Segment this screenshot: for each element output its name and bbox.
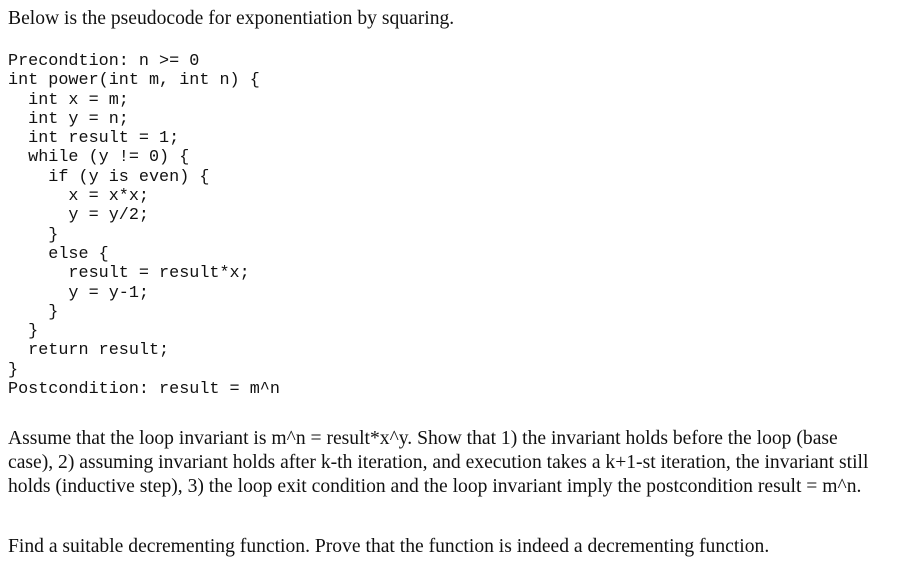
assume-line: holds (inductive step), 3) the loop exit… bbox=[8, 476, 862, 497]
pseudocode-block: Precondtion: n >= 0 int power(int m, int … bbox=[8, 52, 280, 399]
find-paragraph: Find a suitable decrementing function. P… bbox=[8, 536, 770, 557]
code-line: if (y is even) { bbox=[8, 167, 210, 187]
assume-line: Assume that the loop invariant is m^n = … bbox=[8, 428, 838, 449]
code-line-precondition: Precondtion: n >= 0 bbox=[8, 52, 200, 71]
code-line: result = result*x; bbox=[8, 264, 250, 284]
assume-line: case), 2) assuming invariant holds after… bbox=[8, 452, 869, 473]
code-line: while (y != 0) { bbox=[8, 148, 190, 168]
code-line: } bbox=[8, 360, 19, 380]
code-line: int power(int m, int n) { bbox=[8, 71, 260, 91]
code-line: y = y/2; bbox=[8, 206, 149, 226]
code-line: return result; bbox=[8, 341, 170, 361]
code-line: int y = n; bbox=[8, 109, 129, 129]
code-line: x = x*x; bbox=[8, 187, 149, 207]
code-line: else { bbox=[8, 244, 109, 264]
code-line: y = y-1; bbox=[8, 283, 149, 303]
code-line: int x = m; bbox=[8, 90, 129, 110]
assume-paragraph: Assume that the loop invariant is m^n = … bbox=[8, 427, 868, 499]
code-line: int result = 1; bbox=[8, 129, 180, 149]
code-line: } bbox=[8, 302, 59, 322]
intro-text: Below is the pseudocode for exponentiati… bbox=[8, 8, 455, 29]
code-line-postcondition: Postcondition: result = m^n bbox=[8, 380, 280, 400]
code-line: } bbox=[8, 225, 59, 245]
code-line: } bbox=[8, 322, 39, 342]
